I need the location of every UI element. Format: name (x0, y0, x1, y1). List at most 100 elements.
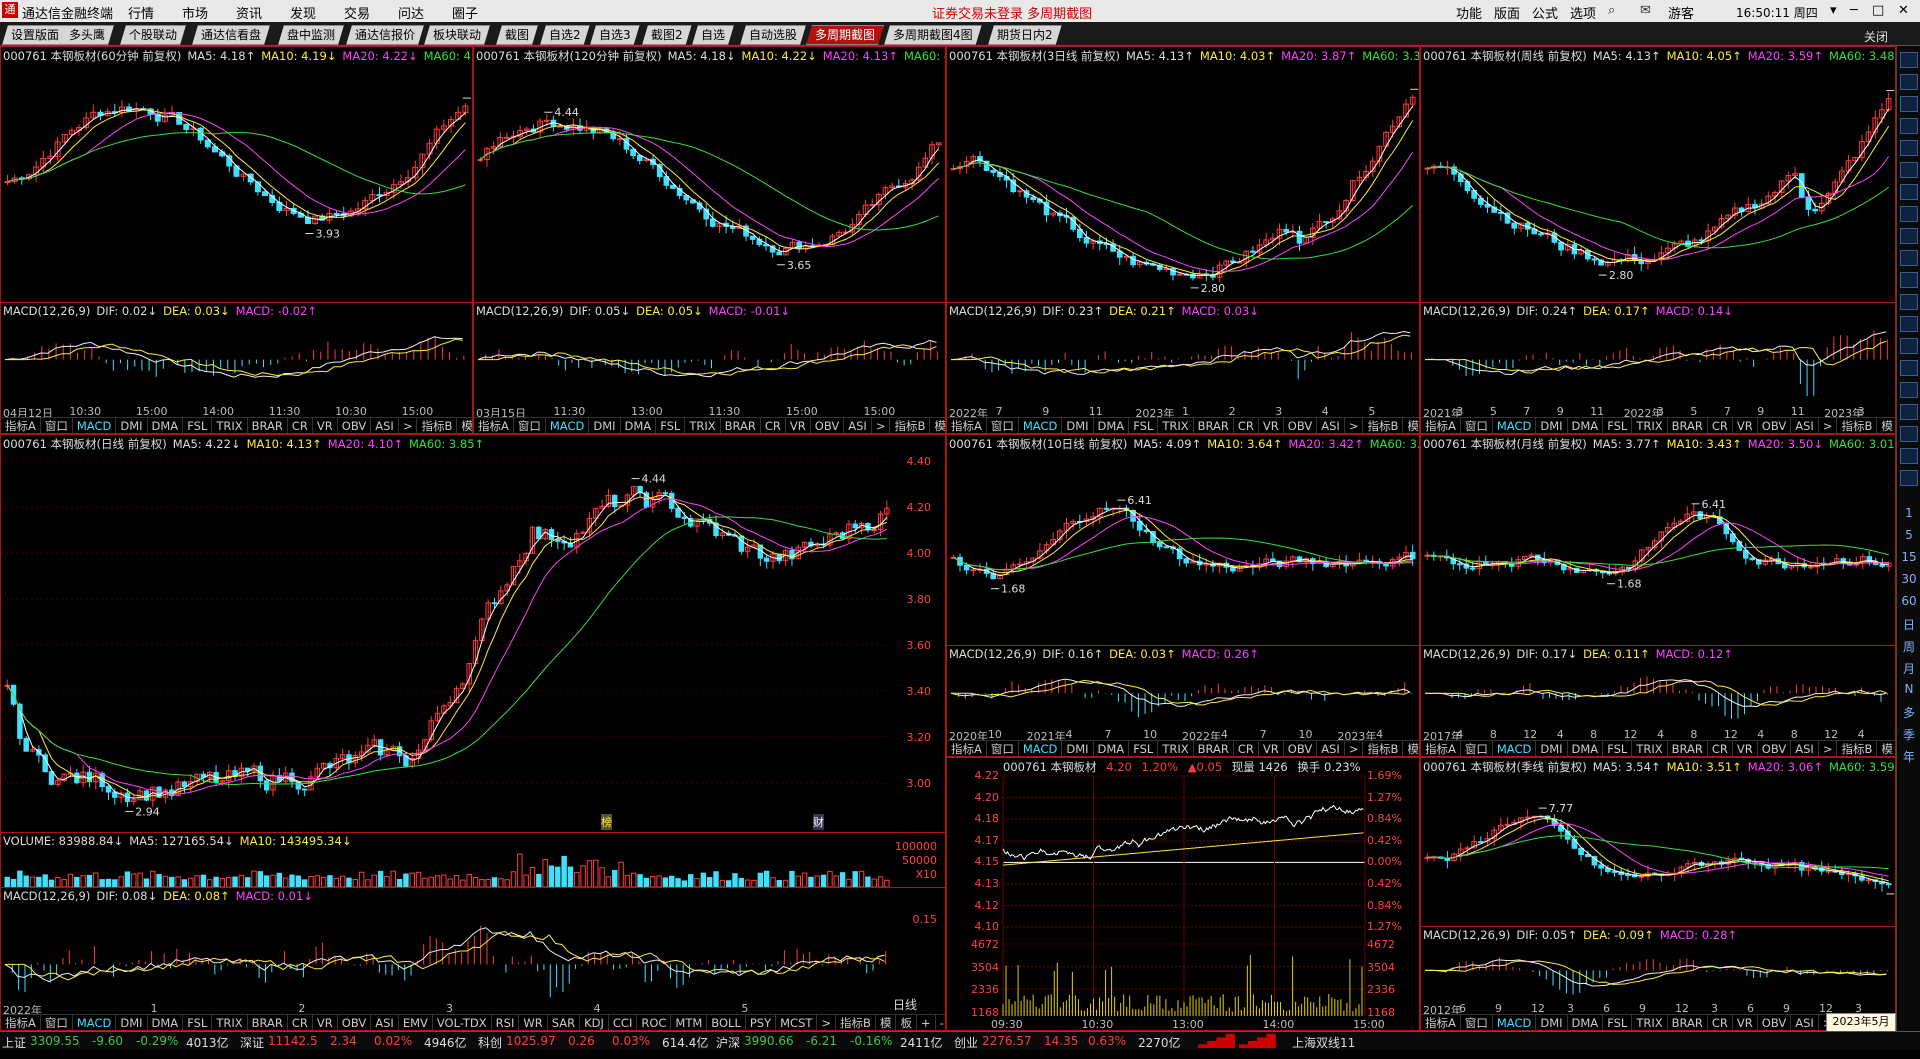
toolbar-chart-icon[interactable] (1900, 52, 1918, 68)
indicator-tab[interactable]: DMA (148, 1015, 184, 1031)
tab-1[interactable]: 多头鹰 (60, 25, 114, 45)
toolbar-chart-icon[interactable] (1900, 74, 1918, 90)
indicator-tab[interactable]: > (1819, 418, 1838, 434)
indicator-tab[interactable]: DMI (1062, 741, 1093, 757)
indicator-tab[interactable]: MACD (73, 418, 116, 434)
tab-12[interactable]: 自动选股 (740, 25, 806, 45)
indicator-tab[interactable]: ASI (1317, 741, 1345, 757)
indicator-tab[interactable]: OBV (1758, 418, 1791, 434)
toolbar-chart-icon[interactable] (1900, 140, 1918, 156)
indicator-tab[interactable]: TRIX (1632, 741, 1667, 757)
menu-dropdown-icon[interactable]: ▾ (1830, 3, 1837, 18)
indicator-tab[interactable]: MTM (671, 1015, 707, 1031)
indicator-tab[interactable]: CCI (609, 1015, 637, 1031)
menu-discover[interactable]: 发现 (290, 3, 316, 22)
indicator-tab[interactable]: BRAR (248, 1015, 288, 1031)
indicator-tab[interactable]: SAR (548, 1015, 580, 1031)
indicator-tab[interactable]: BRAR (248, 418, 288, 434)
indicator-tab[interactable]: DMA (1568, 418, 1604, 434)
indicator-tab[interactable]: VR (1733, 1015, 1758, 1031)
tab-4[interactable]: 盘中监测 (278, 25, 344, 45)
indicator-tab[interactable]: VR (1733, 418, 1758, 434)
indicator-tab[interactable]: VR (1259, 418, 1284, 434)
kline-canvas[interactable]: 4.443.65 (474, 47, 946, 434)
indicator-tab[interactable]: DMI (116, 418, 147, 434)
indicator-tab[interactable]: DMI (1536, 418, 1567, 434)
period-button[interactable]: 5 (1897, 528, 1920, 542)
tab-6[interactable]: 板块联动 (424, 25, 490, 45)
indicator-tab[interactable]: 模 (930, 418, 946, 434)
menu-circle[interactable]: 圈子 (452, 3, 478, 22)
toolbar-chart-icon[interactable] (1900, 316, 1918, 332)
kline-canvas[interactable]: 4.343.93 (1, 47, 473, 434)
intraday-chart[interactable] (947, 758, 1420, 1031)
indicator-tab[interactable]: VR (786, 418, 811, 434)
kline-canvas[interactable]: 6.411.68 (1421, 435, 1896, 757)
indicator-tab[interactable]: 模 (1877, 418, 1896, 434)
indicator-tab[interactable]: KDJ (580, 1015, 609, 1031)
menu-options[interactable]: 选项 (1570, 3, 1596, 22)
indicator-tab[interactable]: 指标A (1421, 418, 1461, 434)
menu-market[interactable]: 市场 (182, 3, 208, 22)
period-button[interactable]: 15 (1897, 550, 1920, 564)
indicator-tab[interactable]: 指标A (1, 418, 41, 434)
tab-15[interactable]: 期货日内2 (988, 25, 1062, 45)
menu-formula[interactable]: 公式 (1532, 3, 1558, 22)
indicator-tab[interactable]: 指标B (1837, 418, 1877, 434)
indicator-tab[interactable]: 模 (1403, 418, 1420, 434)
indicator-tab[interactable]: FSL (1603, 1015, 1632, 1031)
user-name[interactable]: 游客 (1668, 3, 1694, 22)
indicator-tab[interactable]: 指标A (947, 418, 987, 434)
indicator-tab[interactable]: DMA (621, 418, 657, 434)
indicator-tab[interactable]: VR (313, 1015, 338, 1031)
close-layout-button[interactable]: 关闭 (1864, 28, 1888, 45)
indicator-tab[interactable]: 窗口 (514, 418, 546, 434)
indicator-tab[interactable]: MACD (1493, 1015, 1536, 1031)
indicator-tab[interactable]: > (1345, 741, 1364, 757)
indicator-tab[interactable]: BOLL (707, 1015, 746, 1031)
indicator-tab[interactable]: DMI (1536, 741, 1567, 757)
chart-panel-pm[interactable]: 6.411.68000761 本钢板材(月线 前复权)MA5: 3.77↑MA1… (1420, 434, 1896, 757)
kline-canvas[interactable]: 4.442.80 (1421, 47, 1896, 434)
indicator-tab[interactable]: OBV (338, 418, 371, 434)
toolbar-chart-icon[interactable] (1900, 184, 1918, 200)
indicator-tab[interactable]: ASI (371, 418, 399, 434)
toolbar-chart-icon[interactable] (1900, 360, 1918, 376)
indicator-tab[interactable]: MACD (1019, 741, 1062, 757)
indicator-tab[interactable]: 板 (896, 1015, 917, 1031)
indicator-tab[interactable]: MACD (73, 1015, 116, 1031)
kline-canvas[interactable]: 6.411.68 (947, 435, 1420, 757)
tab-8[interactable]: 自选2 (540, 25, 590, 45)
indicator-tab[interactable]: ASI (1791, 741, 1819, 757)
indicator-tab[interactable]: DMI (116, 1015, 147, 1031)
tab-13[interactable]: 多周期截图 (806, 25, 884, 45)
toolbar-chart-icon[interactable] (1900, 206, 1918, 222)
toolbar-chart-icon[interactable] (1900, 294, 1918, 310)
indicator-tab[interactable]: ROC (637, 1015, 671, 1031)
indicator-tab[interactable]: EMV (399, 1015, 433, 1031)
indicator-tab[interactable]: TRIX (685, 418, 720, 434)
indicator-tab[interactable]: CR (1234, 741, 1259, 757)
chart-panel-pq[interactable]: 7.771.15000761 本钢板材(季线 前复权)MA5: 3.54↑MA1… (1420, 757, 1896, 1031)
indicator-tab[interactable]: DMI (1536, 1015, 1567, 1031)
menu-trade[interactable]: 交易 (344, 3, 370, 22)
toolbar-chart-icon[interactable] (1900, 228, 1918, 244)
menu-quotes[interactable]: 行情 (128, 3, 154, 22)
indicator-tab[interactable]: 指标A (474, 418, 514, 434)
toolbar-chart-icon[interactable] (1900, 118, 1918, 134)
tab-7[interactable]: 截图 (496, 25, 538, 45)
indicator-tab[interactable]: MACD (1019, 418, 1062, 434)
indicator-tab[interactable]: OBV (1758, 1015, 1791, 1031)
period-button[interactable]: 日 (1897, 616, 1920, 633)
indicator-tab[interactable]: CR (288, 1015, 313, 1031)
indicator-tab[interactable]: > (817, 1015, 836, 1031)
toolbar-chart-icon[interactable] (1900, 448, 1918, 464)
intraday-panel[interactable]: 000761 本钢板材 4.20 1.20% ▲0.05 现量 1426 换手 … (946, 757, 1420, 1031)
mail-icon[interactable]: ✉ (1640, 3, 1651, 18)
search-icon[interactable]: ⌕ (1608, 3, 1615, 18)
period-button[interactable]: 30 (1897, 572, 1920, 586)
indicator-tab[interactable]: TRIX (1158, 741, 1193, 757)
period-button[interactable]: 季 (1897, 726, 1920, 743)
indicator-tab[interactable]: BRAR (1668, 418, 1708, 434)
chart-panel-pd[interactable]: 4.442.94000761 本钢板材(日线 前复权)MA5: 4.22↓MA1… (0, 434, 946, 1031)
